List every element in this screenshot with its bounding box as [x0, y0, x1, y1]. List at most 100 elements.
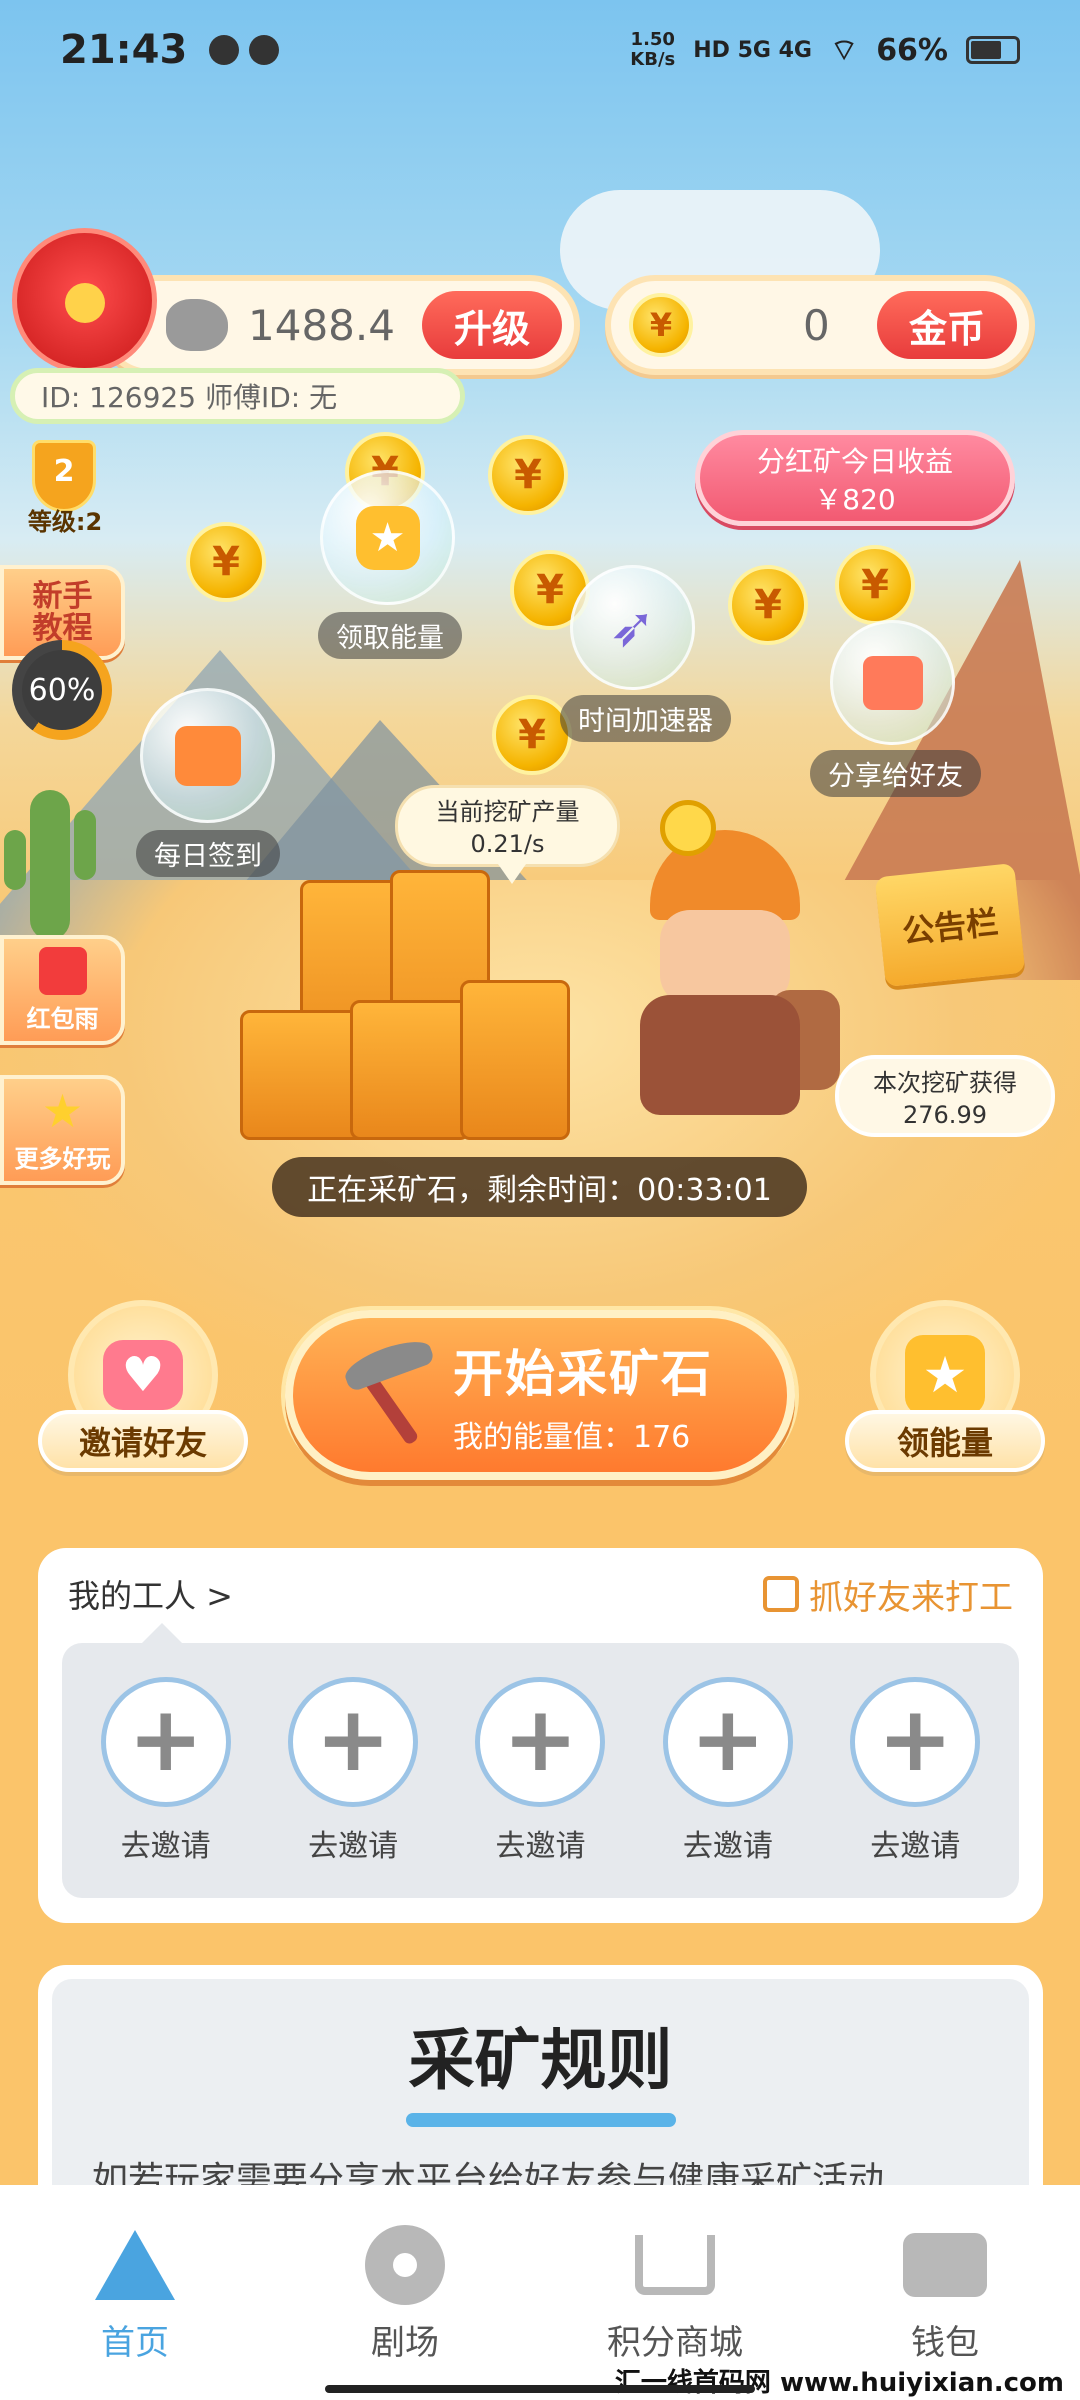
notice-board-button[interactable]: 公告栏	[874, 862, 1026, 988]
status-bar: 21:43 1.50 KB/s HD 5G 4G ⌔ 66%	[0, 0, 1080, 100]
nav-wallet-label: 钱包	[911, 2323, 979, 2363]
earned-value: 276.99	[903, 1101, 987, 1129]
red-rain-label: 红包雨	[26, 1005, 99, 1033]
invite-label: 去邀请	[495, 1828, 586, 1864]
share-friends-bubble[interactable]	[830, 620, 955, 745]
energy-star-icon: ★	[905, 1335, 985, 1415]
get-energy-button[interactable]: ★ 领能量	[845, 1300, 1045, 1472]
stone-balance: 1488.4 升级	[100, 275, 580, 375]
invite-friends-label: 邀请好友	[38, 1410, 248, 1472]
red-envelope-icon	[38, 947, 87, 995]
worker-slot[interactable]: + 去邀请	[850, 1676, 981, 1865]
plus-icon: +	[662, 1676, 793, 1807]
film-reel-icon	[360, 2225, 450, 2305]
upgrade-button[interactable]: 升级	[422, 291, 562, 359]
invite-label: 去邀请	[682, 1828, 773, 1864]
mining-timer: 正在采矿石，剩余时间：00:33:01	[272, 1157, 807, 1217]
cactus	[4, 790, 96, 940]
mountain-home-icon	[90, 2225, 180, 2305]
battery-icon	[966, 36, 1020, 64]
pickaxe-icon	[343, 1340, 433, 1450]
time-accelerator-bubble[interactable]: ➶	[570, 565, 695, 690]
watermark: 汇一线首码网 www.huiyixian.com	[608, 2362, 1070, 2399]
floating-coin[interactable]: ¥	[728, 565, 808, 645]
rocket-icon: ➶	[609, 595, 656, 660]
nav-home[interactable]: 首页	[15, 2225, 255, 2400]
nav-home-label: 首页	[101, 2323, 169, 2363]
star-icon: ★	[41, 1084, 84, 1138]
floating-coin[interactable]: ¥	[186, 522, 266, 602]
invite-friends-button[interactable]: ♥ 邀请好友	[38, 1300, 248, 1472]
title-underline	[405, 2113, 676, 2127]
catch-friends-label: 抓好友来打工	[809, 1577, 1013, 1618]
invite-label: 去邀请	[870, 1828, 961, 1864]
floating-coin[interactable]: ¥	[488, 435, 568, 515]
worker-slot[interactable]: + 去邀请	[662, 1676, 793, 1865]
worker-slots: + 去邀请 + 去邀请 + 去邀请 + 去邀请 + 去邀请	[62, 1623, 1019, 1898]
invite-label: 去邀请	[308, 1828, 399, 1864]
plus-icon: +	[288, 1676, 419, 1807]
nav-theater[interactable]: 剧场	[285, 2225, 525, 2400]
worker-slot[interactable]: + 去邀请	[475, 1676, 606, 1865]
heart-icon: ♥	[103, 1340, 183, 1410]
battery-level: 66%	[876, 32, 948, 68]
dividend-title: 分红矿今日收益	[756, 445, 953, 478]
stone-value: 1488.4	[248, 300, 395, 350]
dividend-today-button[interactable]: 分红矿今日收益 ￥820	[695, 430, 1015, 526]
nav-theater-label: 剧场	[371, 2323, 439, 2363]
floating-coin[interactable]: ¥	[492, 695, 572, 775]
mining-earned-box: 本次挖矿获得 276.99	[835, 1055, 1055, 1137]
ore-rock	[240, 860, 580, 1150]
red-packet-icon[interactable]	[12, 228, 157, 373]
gift-icon	[862, 655, 923, 710]
energy-star-icon: ★	[355, 505, 420, 570]
helmet-lamp-icon	[660, 800, 716, 856]
red-rain-button[interactable]: 红包雨	[0, 935, 125, 1045]
earned-title: 本次挖矿获得	[873, 1069, 1017, 1097]
invite-label: 去邀请	[120, 1828, 211, 1864]
progress-value: 60%	[22, 650, 102, 730]
level-badge[interactable]: 2 等级:2	[0, 440, 130, 550]
start-mining-button[interactable]: 开始采矿石 我的能量值：176	[285, 1310, 795, 1480]
floating-coin[interactable]: ¥	[835, 545, 915, 625]
my-workers-card: 我的工人 > 抓好友来打工 + 去邀请 + 去邀请 + 去邀请 + 去邀请 + …	[38, 1548, 1043, 1923]
receive-energy-label[interactable]: 领取能量	[318, 612, 462, 659]
plus-icon: +	[100, 1676, 231, 1807]
dividend-amount: ￥820	[814, 483, 896, 516]
share-icon	[763, 1576, 799, 1612]
shopping-cart-icon	[630, 2225, 720, 2305]
get-energy-label: 领能量	[845, 1410, 1045, 1472]
user-id-bar: ID: 126925 师傅ID: 无	[10, 368, 465, 424]
signal-icon: HD 5G 4G	[693, 37, 812, 63]
home-indicator[interactable]	[325, 2385, 755, 2393]
nav-points-mall-label: 积分商城	[607, 2323, 743, 2363]
start-mining-label: 开始采矿石	[453, 1345, 713, 1403]
worker-slot[interactable]: + 去邀请	[100, 1676, 231, 1865]
daily-signin-bubble[interactable]	[140, 688, 275, 823]
receive-energy-bubble[interactable]: ★	[320, 470, 455, 605]
more-play-button[interactable]: ★ 更多好玩	[0, 1075, 125, 1185]
catch-friends-button[interactable]: 抓好友来打工	[763, 1570, 1013, 1619]
net-speed: 1.50 KB/s	[630, 29, 676, 70]
coin-icon: ¥	[629, 293, 693, 357]
plus-icon: +	[850, 1676, 981, 1807]
clock: 21:43	[60, 27, 188, 73]
coin-value: 0	[803, 300, 830, 350]
wifi-icon: ⌔	[829, 33, 859, 68]
stone-icon	[166, 299, 228, 351]
coin-balance: ¥ 0 金币	[605, 275, 1035, 375]
sync-icon	[209, 35, 240, 65]
calendar-icon	[174, 725, 241, 786]
more-play-label: 更多好玩	[14, 1145, 111, 1173]
coin-button[interactable]: 金币	[877, 291, 1017, 359]
time-accelerator-label[interactable]: 时间加速器	[560, 695, 731, 742]
level-label: 等级:2	[27, 508, 103, 536]
miner-character	[580, 790, 840, 1130]
tutorial-progress: 60%	[12, 640, 112, 740]
wallet-icon	[900, 2225, 990, 2305]
rules-title: 采矿规则	[408, 2022, 673, 2099]
plus-icon: +	[475, 1676, 606, 1807]
shield-icon	[249, 35, 280, 65]
worker-slot[interactable]: + 去邀请	[288, 1676, 419, 1865]
my-workers-link[interactable]: 我的工人 >	[68, 1571, 233, 1617]
